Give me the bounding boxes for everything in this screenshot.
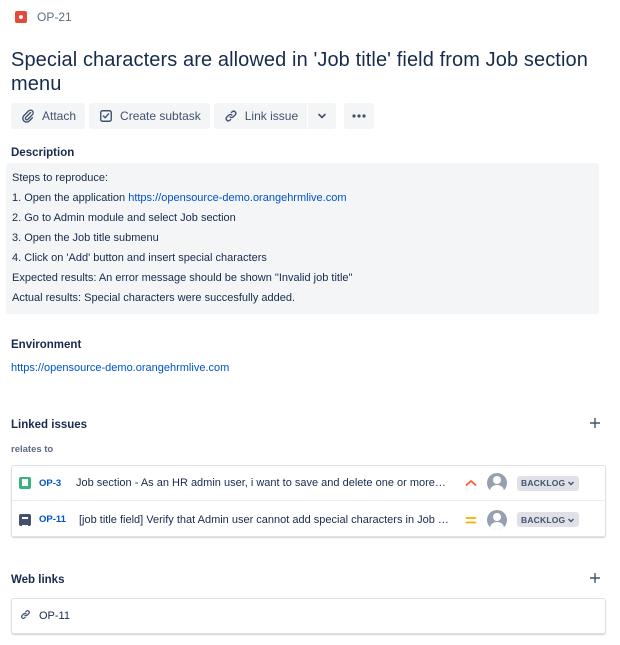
subtask-icon	[98, 108, 114, 124]
link-issue-label: Link issue	[244, 109, 299, 123]
create-subtask-button[interactable]: Create subtask	[89, 103, 210, 129]
priority-medium-icon	[464, 513, 478, 527]
link-icon	[20, 609, 31, 623]
add-web-link-plus-icon[interactable]	[589, 572, 601, 588]
link-issue-split: Link issue	[213, 103, 337, 129]
relation-type-label: relates to	[11, 444, 54, 455]
more-actions-button[interactable]	[344, 103, 375, 129]
ellipsis-icon	[351, 108, 367, 124]
task-icon	[19, 513, 31, 527]
web-links-heading: Web links	[11, 574, 65, 586]
link-issue-button[interactable]: Link issue	[213, 103, 308, 129]
environment-heading: Environment	[11, 339, 82, 351]
issue-toolbar: Attach Create subtask Link issue	[11, 103, 375, 129]
issue-key[interactable]: OP-21	[37, 10, 72, 24]
steps-heading: Steps to reproduce:	[12, 172, 109, 184]
description-heading: Description	[11, 147, 75, 159]
add-linked-issue-plus-icon[interactable]	[589, 417, 601, 433]
attach-label: Attach	[42, 109, 77, 123]
step-3: 3. Open the Job title submenu	[12, 232, 159, 244]
status-badge[interactable]: BACKLOG	[517, 475, 580, 491]
step-1-text: 1. Open the application	[12, 192, 129, 204]
link-icon	[223, 108, 239, 124]
expected-results: Expected results: An error message shoul…	[12, 272, 353, 284]
assignee-avatar[interactable]	[487, 509, 507, 530]
linked-issue-summary[interactable]: [job title field] Verify that Admin user…	[79, 514, 449, 526]
linked-issue-row[interactable]: OP-11 [job title field] Verify that Admi…	[12, 502, 605, 537]
step-2: 2. Go to Admin module and select Job sec…	[12, 212, 236, 224]
status-text: BACKLOG	[521, 478, 566, 488]
web-link-item[interactable]: OP-11	[11, 598, 606, 634]
assignee-avatar[interactable]	[487, 473, 507, 493]
linked-issues-list: OP-3 Job section - As an HR admin user, …	[11, 465, 606, 537]
linked-issue-key[interactable]: OP-11	[39, 514, 66, 525]
issue-title[interactable]: Special characters are allowed in 'Job t…	[11, 48, 606, 96]
step-1-link[interactable]: https://opensource-demo.orangehrmlive.co…	[128, 192, 346, 204]
priority-high-icon	[464, 476, 478, 490]
story-icon	[19, 477, 31, 489]
paperclip-icon	[20, 108, 36, 124]
chevron-down-icon	[568, 481, 575, 486]
create-subtask-label: Create subtask	[120, 109, 201, 123]
linked-issue-row[interactable]: OP-3 Job section - As an HR admin user, …	[12, 466, 605, 501]
status-badge[interactable]: BACKLOG	[517, 512, 580, 527]
step-4: 4. Click on 'Add' button and insert spec…	[12, 252, 267, 264]
step-1: 1. Open the application https://opensour…	[12, 188, 593, 208]
linked-issue-summary[interactable]: Job section - As an HR admin user, i wan…	[76, 477, 448, 489]
linked-issues-heading: Linked issues	[11, 419, 88, 431]
environment-link[interactable]: https://opensource-demo.orangehrmlive.co…	[11, 362, 229, 374]
attach-button[interactable]: Attach	[11, 103, 86, 129]
link-issue-dropdown-button[interactable]	[308, 103, 337, 129]
description-field[interactable]: Steps to reproduce: 1. Open the applicat…	[6, 163, 599, 314]
status-text: BACKLOG	[521, 514, 566, 525]
linked-issue-key[interactable]: OP-3	[39, 478, 61, 489]
chevron-down-icon	[314, 108, 330, 124]
chevron-down-icon	[568, 518, 575, 522]
issue-key-row: OP-21	[15, 10, 72, 24]
actual-results: Actual results: Special characters were …	[12, 292, 296, 304]
web-link-text[interactable]: OP-11	[39, 610, 70, 622]
bug-type-icon	[15, 11, 27, 23]
